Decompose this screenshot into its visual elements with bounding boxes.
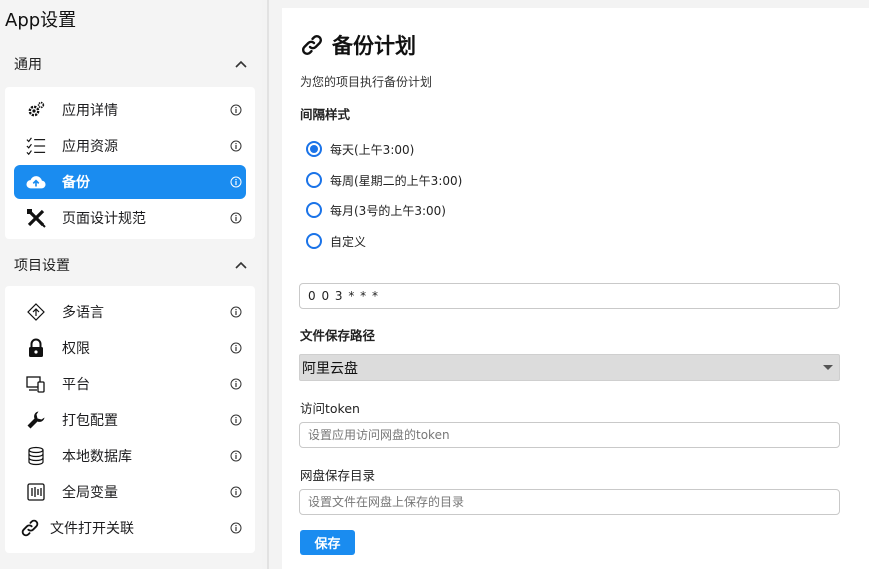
page-subtitle: 为您的项目执行备份计划 [300,75,433,89]
page-title: 备份计划 [300,30,416,60]
radio-daily[interactable]: 每天(上午3:00) [306,140,414,158]
sidebar-item-app-details[interactable]: 应用详情 [14,93,246,127]
info-icon[interactable] [230,522,242,534]
info-icon[interactable] [230,486,242,498]
gear-cog-icon [26,100,46,120]
link-icon [300,33,324,57]
sidebar-item-i18n[interactable]: 多语言 [14,295,246,329]
sidebar-item-permissions[interactable]: 权限 [14,331,246,365]
database-icon [26,446,46,466]
page-title-text: 备份计划 [332,34,416,58]
design-tools-icon [26,208,46,228]
sidebar-item-label: 应用详情 [62,103,118,119]
radio-label: 每天(上午3:00) [330,142,415,157]
radio-weekly[interactable]: 每周(星期二的上午3:00) [306,171,462,189]
vertical-divider [267,0,269,569]
sidebar-item-label: 全局变量 [62,485,118,501]
wrench-icon [26,410,46,430]
sidebar-item-build-config[interactable]: 打包配置 [14,403,246,437]
sidebar-item-app-resources[interactable]: 应用资源 [14,129,246,163]
save-path-value: 阿里云盘 [302,360,358,377]
info-icon[interactable] [230,176,242,188]
sidebar-item-label: 平台 [62,377,90,393]
radio-circle[interactable] [306,141,322,157]
directory-input[interactable] [299,489,840,515]
chevron-up-icon[interactable] [234,258,248,272]
radio-custom[interactable]: 自定义 [306,232,366,250]
radio-label: 每月(3号的上午3:00) [330,203,446,218]
devices-icon [26,374,46,394]
sidebar-item-design-spec[interactable]: 页面设计规范 [14,201,246,235]
radio-monthly[interactable]: 每月(3号的上午3:00) [306,201,446,219]
radio-circle[interactable] [306,172,322,188]
link-icon [20,518,40,538]
lock-icon [26,338,46,358]
sidebar-item-label: 应用资源 [62,139,118,155]
radio-circle[interactable] [306,202,322,218]
token-label: 访问token [300,401,360,416]
sidebar-item-backup[interactable]: 备份 [14,165,246,199]
section-header-general[interactable]: 通用 [0,46,262,82]
info-icon[interactable] [230,140,242,152]
sidebar-item-label: 文件打开关联 [50,521,134,537]
radio-label: 自定义 [330,234,367,249]
save-path-select[interactable]: 阿里云盘 [299,354,840,381]
cloud-upload-icon [26,172,46,192]
radio-label: 每周(星期二的上午3:00) [330,173,463,188]
backup-plan-panel: 备份计划 为您的项目执行备份计划 间隔样式 每天(上午3:00) 每周(星期二的… [282,8,869,569]
radio-selected-dot [310,145,318,153]
radio-circle[interactable] [306,233,322,249]
menu-card-project: 多语言 权限 平台 打包配置 本地数据库 全局变量 文件打开关联 [5,286,255,553]
info-icon[interactable] [230,378,242,390]
info-icon[interactable] [230,342,242,354]
sidebar-item-platform[interactable]: 平台 [14,367,246,401]
caret-down-icon [823,365,833,370]
save-button[interactable]: 保存 [300,530,355,555]
sidebar-item-label: 备份 [62,175,90,191]
sidebar-item-file-association[interactable]: 文件打开关联 [14,511,246,545]
translate-icon [26,302,46,322]
section-label: 项目设置 [14,258,70,274]
sidebar-item-label: 权限 [62,341,90,357]
sidebar: App设置 通用 应用详情 应用资源 备份 页面设计规范 项目设置 多语言 权限… [0,0,262,569]
info-icon[interactable] [230,306,242,318]
checklist-icon [26,136,46,156]
app-title: App设置 [5,10,77,31]
variable-icon [26,482,46,502]
sidebar-item-label: 打包配置 [62,413,118,429]
save-path-label: 文件保存路径 [300,328,376,343]
interval-label: 间隔样式 [300,107,351,122]
section-header-project[interactable]: 项目设置 [0,247,262,283]
menu-card-general: 应用详情 应用资源 备份 页面设计规范 [5,87,255,239]
token-input[interactable] [299,422,840,448]
section-label: 通用 [14,57,42,73]
sidebar-item-label: 多语言 [62,305,104,321]
directory-label: 网盘保存目录 [300,468,376,483]
sidebar-item-label: 本地数据库 [62,449,132,465]
sidebar-item-label: 页面设计规范 [62,211,146,227]
cron-input[interactable] [299,283,840,309]
chevron-up-icon[interactable] [234,57,248,71]
info-icon[interactable] [230,450,242,462]
sidebar-item-local-db[interactable]: 本地数据库 [14,439,246,473]
info-icon[interactable] [230,104,242,116]
info-icon[interactable] [230,212,242,224]
info-icon[interactable] [230,414,242,426]
sidebar-item-global-vars[interactable]: 全局变量 [14,475,246,509]
